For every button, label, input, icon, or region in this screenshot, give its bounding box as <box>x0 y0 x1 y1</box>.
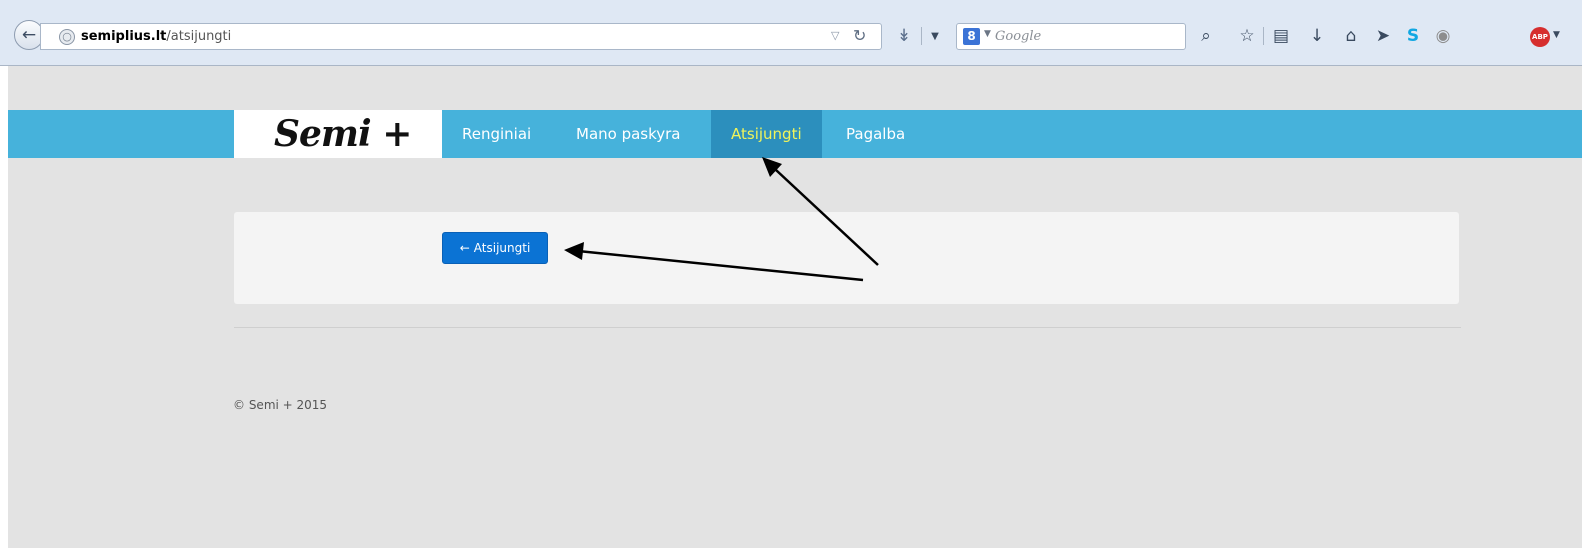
addon-gray-icon[interactable]: ◉ <box>1432 26 1454 46</box>
download-helper-dropdown-icon[interactable]: ▼ <box>928 26 942 46</box>
bookmark-star-icon[interactable]: ☆ <box>1236 26 1258 46</box>
download-helper-icon[interactable]: ↡ <box>894 26 914 46</box>
url-text: semiplius.lt/atsijungti <box>81 29 231 44</box>
search-placeholder: Google <box>995 29 1042 44</box>
download-icon[interactable]: ↓ <box>1306 26 1328 46</box>
send-icon[interactable]: ➤ <box>1372 26 1394 46</box>
adblock-dropdown-icon[interactable]: ▼ <box>1553 30 1560 40</box>
globe-icon: ○ <box>59 29 75 45</box>
toolbar-separator <box>1263 27 1264 45</box>
url-dropdown-icon[interactable]: ▽ <box>831 29 839 42</box>
search-magnifier-icon[interactable]: ⌕ <box>1195 26 1217 46</box>
search-bar[interactable]: 8 ▼ Google <box>956 23 1186 50</box>
browser-toolbar: ← ○ semiplius.lt/atsijungti ▽ ↻ ↡ ▼ 8 ▼ … <box>0 0 1582 66</box>
page-viewport: Semi + Renginiai Mano paskyra Atsijungti… <box>8 66 1582 548</box>
reading-list-icon[interactable]: ▤ <box>1270 26 1292 46</box>
toolbar-separator <box>921 27 922 45</box>
search-engine-dropdown-icon[interactable]: ▼ <box>984 29 991 39</box>
annotation-arrows <box>564 157 879 282</box>
skype-icon[interactable]: S <box>1402 26 1424 46</box>
home-icon[interactable]: ⌂ <box>1340 26 1362 46</box>
back-arrow-icon: ← <box>21 24 37 45</box>
reload-icon[interactable]: ↻ <box>853 26 866 45</box>
address-bar[interactable]: ○ semiplius.lt/atsijungti ▽ ↻ <box>40 23 882 50</box>
url-path: /atsijungti <box>166 29 232 44</box>
adblock-plus-icon[interactable]: ABP <box>1530 27 1550 47</box>
url-host: semiplius.lt <box>81 29 167 44</box>
google-icon: 8 <box>963 28 980 45</box>
